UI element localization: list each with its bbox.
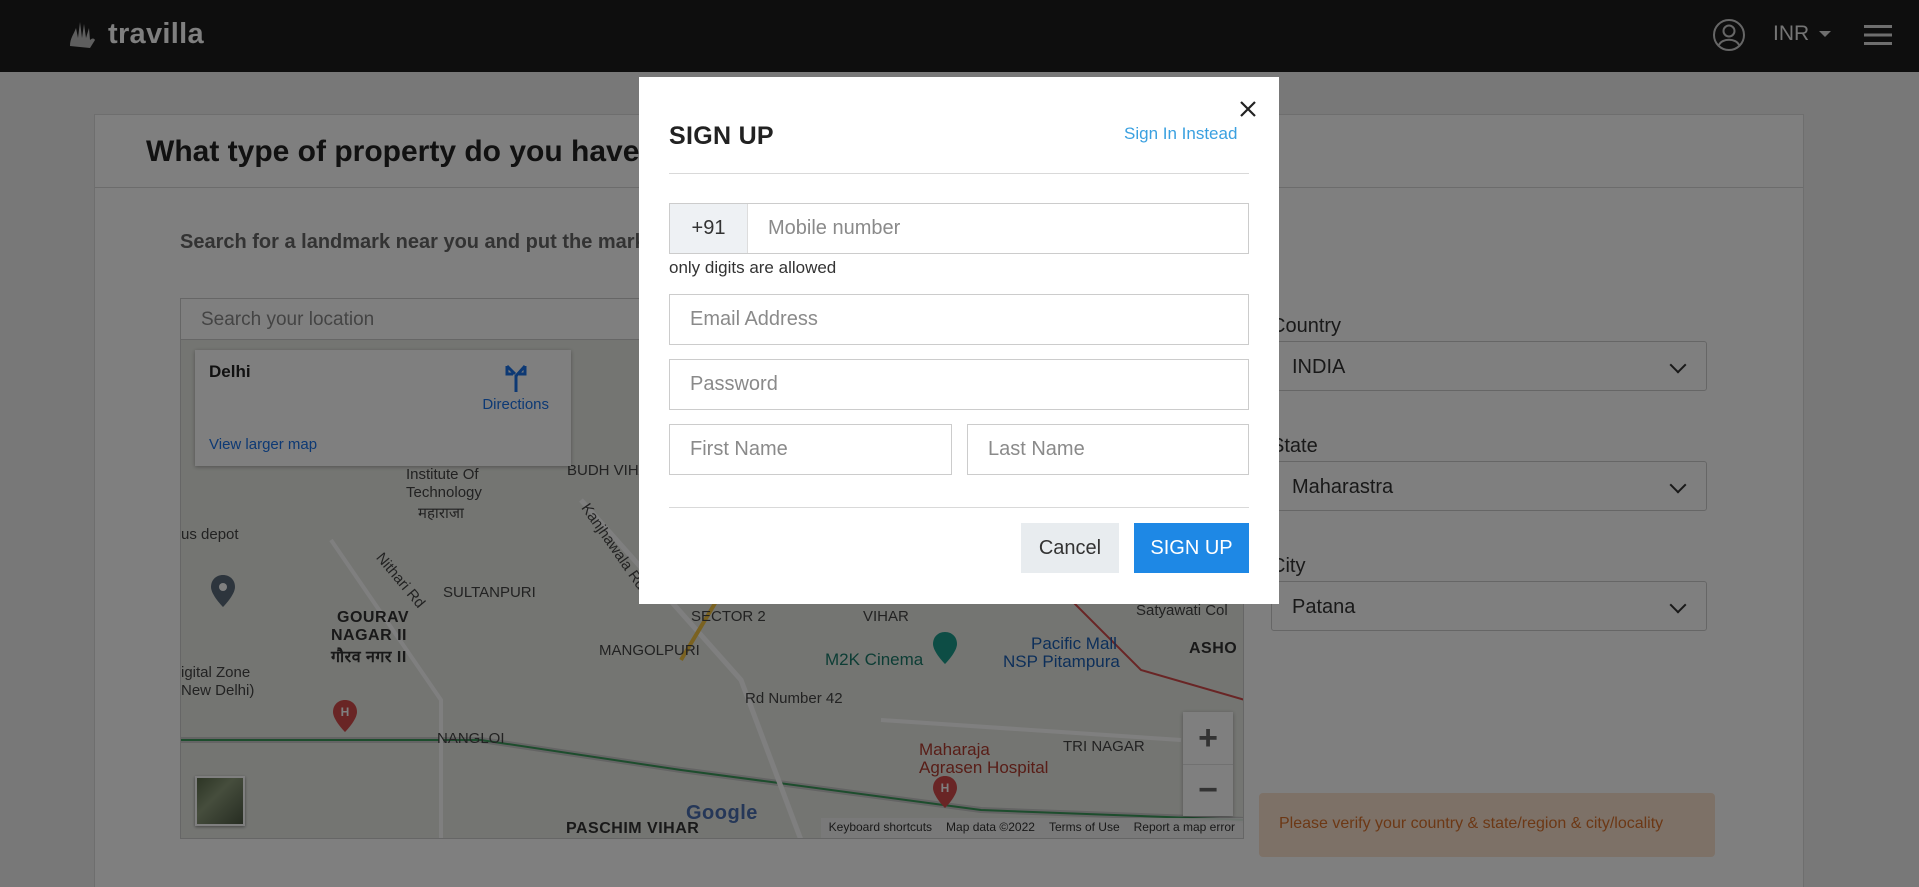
signup-button[interactable]: SIGN UP — [1134, 523, 1249, 573]
cancel-button[interactable]: Cancel — [1021, 523, 1119, 573]
first-name-field[interactable] — [669, 424, 952, 475]
phone-help-text: only digits are allowed — [669, 258, 837, 277]
mobile-number-input[interactable] — [748, 204, 1248, 253]
modal-footer-divider — [669, 507, 1249, 508]
password-field[interactable] — [669, 359, 1249, 410]
country-code-prefix: +91 — [670, 204, 748, 253]
modal-title: SIGN UP — [669, 122, 774, 150]
phone-input-group: +91 — [669, 203, 1249, 254]
last-name-field[interactable] — [967, 424, 1249, 475]
close-icon[interactable] — [1234, 95, 1262, 123]
modal-divider — [669, 173, 1249, 174]
email-field[interactable] — [669, 294, 1249, 345]
signup-modal: SIGN UP Sign In Instead +91 only digits … — [639, 77, 1279, 604]
sign-in-instead-link[interactable]: Sign In Instead — [1124, 124, 1237, 144]
